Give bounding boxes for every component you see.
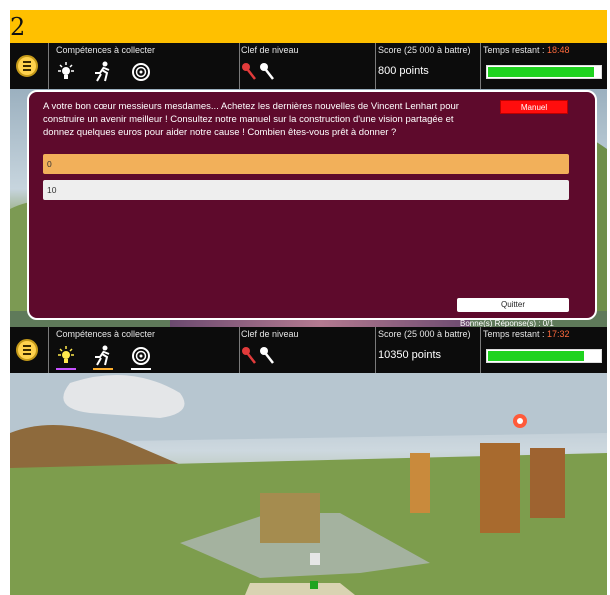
level-keys-icon <box>240 345 280 367</box>
figure-number: 2 <box>10 13 26 41</box>
manual-button[interactable]: Manuel <box>500 100 568 114</box>
lightbulb-icon <box>54 345 78 370</box>
key-caption: Clef de niveau <box>241 329 299 339</box>
hud-bar: Compétences à collecter Clef de niveau S… <box>10 327 607 373</box>
time-remaining-bar <box>486 349 602 363</box>
time-value: 18:48 <box>547 45 570 55</box>
skills-caption: Compétences à collecter <box>56 45 156 55</box>
answer-option[interactable]: 0 <box>43 154 569 174</box>
score-value: 800 points <box>378 65 429 77</box>
top-screenshot: Compétences à collecter Clef de niveau S… <box>10 43 607 327</box>
score-caption: Score (25 000 à battre) <box>378 45 471 55</box>
menu-button[interactable] <box>16 55 38 77</box>
target-icon <box>129 345 153 370</box>
answer-option[interactable]: 10 <box>43 180 569 200</box>
game-scenery <box>10 373 607 595</box>
hud-bar: Compétences à collecter Clef de niveau S… <box>10 43 607 89</box>
time-caption: Temps restant : 18:48 <box>483 45 570 55</box>
lightbulb-icon <box>54 61 78 83</box>
score-value: 10350 points <box>378 349 441 361</box>
time-value: 17:32 <box>547 329 570 339</box>
figure-header: 2 <box>10 10 607 43</box>
bottom-screenshot: Compétences à collecter Clef de niveau S… <box>10 327 607 595</box>
level-keys-icon <box>240 61 280 83</box>
score-caption: Score (25 000 à battre) <box>378 329 471 339</box>
runner-icon <box>91 61 115 83</box>
scenery-art <box>10 373 607 595</box>
quit-button[interactable]: Quitter <box>457 298 569 312</box>
skills-caption: Compétences à collecter <box>56 329 156 339</box>
key-caption: Clef de niveau <box>241 45 299 55</box>
question-text: A votre bon cœur messieurs mesdames... A… <box>43 101 459 138</box>
scenery-stripe <box>170 320 470 327</box>
donation-dialog: A votre bon cœur messieurs mesdames... A… <box>27 90 597 320</box>
correct-answers-counter: Bonne(s) Réponse(s) : 0/1 <box>460 319 554 327</box>
runner-icon <box>91 345 115 370</box>
target-icon <box>129 61 153 83</box>
time-caption: Temps restant : 17:32 <box>483 329 570 339</box>
time-remaining-bar <box>486 65 602 79</box>
menu-button[interactable] <box>16 339 38 361</box>
